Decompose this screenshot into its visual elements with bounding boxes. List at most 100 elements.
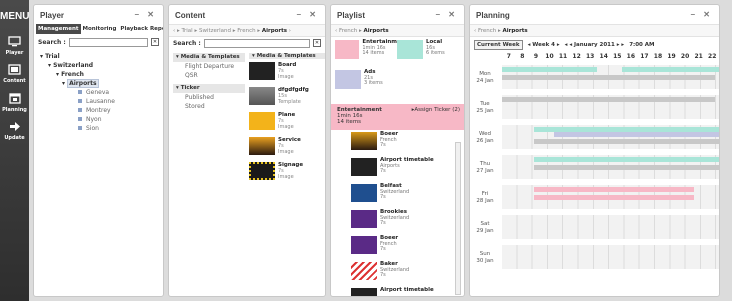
tree-leaf[interactable]: Geneva (40, 88, 163, 97)
item-name: Airport timetable (380, 287, 434, 293)
search-input[interactable] (203, 38, 310, 48)
day-cells[interactable] (502, 155, 719, 179)
hour-label: 16 (626, 53, 636, 60)
player-tabs: Management Monitoring Playback Reporting (36, 24, 163, 34)
panel-controls[interactable]: – ✕ (691, 10, 713, 19)
tree-leaf[interactable]: Sion (40, 124, 163, 133)
tree-leaf[interactable]: Lausanne (40, 97, 163, 106)
category-label: Ticker (180, 85, 200, 91)
assign-ticker-button[interactable]: ▸Assign Ticker (2) (412, 107, 460, 113)
hour-label: 8 (520, 53, 525, 60)
day-cells[interactable] (502, 65, 719, 89)
list-item[interactable]: Baker Switzerland 7s (351, 261, 464, 288)
breadcrumb-current: Airports (502, 28, 528, 34)
day-row: Sat 29 Jan (470, 215, 719, 241)
list-item[interactable]: Airport timetable Airports 7s (351, 157, 464, 184)
breadcrumb-next[interactable]: › (289, 28, 291, 34)
media-type: Image (278, 149, 294, 155)
day-name: Sat (480, 221, 490, 227)
breadcrumb[interactable]: ‹ French ▸ Airports (331, 24, 464, 37)
tree-node-switzerland[interactable]: ▾ Switzerland (40, 61, 163, 70)
playlist-tile[interactable]: Local 16s 6 items (397, 39, 459, 68)
day-cells[interactable] (502, 125, 719, 149)
item-duration: 7s (380, 272, 386, 278)
menu-item-content[interactable]: Content (0, 64, 29, 84)
list-item[interactable]: Boeer French 7s (351, 235, 464, 262)
playlist-tile[interactable]: Entertainm 1min 16s 14 items (335, 39, 397, 68)
time-display: 7:00 AM (629, 42, 655, 48)
panel-controls[interactable]: – ✕ (297, 10, 319, 19)
category-header[interactable]: ▾ Media & Templates (173, 53, 245, 62)
day-date: 24 Jan (476, 78, 494, 84)
media-item[interactable]: Plane 7s Image (249, 112, 325, 134)
schedule-block[interactable] (534, 139, 719, 144)
arrow-right-icon (9, 122, 20, 131)
item-thumbnail (351, 288, 377, 296)
day-date: 29 Jan (476, 228, 494, 234)
schedule-block[interactable] (554, 132, 719, 137)
schedule-block[interactable] (502, 67, 597, 72)
schedule-block[interactable] (534, 157, 719, 162)
breadcrumb[interactable]: ‹ ▸ Trial ▸ Switzerland ▸ French ▸ Airpo… (169, 24, 325, 37)
week-selector[interactable]: ◂ Week 4 ▸ (528, 42, 560, 48)
category-header[interactable]: ▾ Ticker (173, 84, 245, 93)
panel-controls[interactable]: – ✕ (135, 10, 157, 19)
media-item[interactable]: dfgdfgdfg 15s Template (249, 87, 325, 109)
schedule-block[interactable] (534, 195, 694, 200)
menu-item-planning[interactable]: Planning (0, 92, 29, 113)
category-item[interactable]: Flight Departure (173, 62, 245, 71)
tree-leaf[interactable]: Montrey (40, 106, 163, 115)
schedule-block[interactable] (534, 165, 719, 170)
search-label: Search : (38, 38, 66, 46)
tree-leaf[interactable]: Nyon (40, 115, 163, 124)
list-item[interactable]: Airport timetable (351, 287, 464, 296)
category-item[interactable]: Stored (173, 102, 245, 111)
menu-item-player[interactable]: Player (0, 36, 29, 56)
panel-controls[interactable]: – ✕ (436, 10, 458, 19)
hour-label: 15 (613, 53, 622, 60)
media-item[interactable]: Signage 7s Image (249, 162, 325, 184)
tree-label: Switzerland (53, 62, 94, 69)
tree-label: Airports (67, 79, 99, 88)
playlist-tile[interactable]: Ads 21s 3 items (335, 69, 397, 98)
menu-item-update[interactable]: Update (0, 121, 29, 141)
schedule-block[interactable] (502, 75, 715, 80)
list-item[interactable]: Boeer French 7s (351, 131, 464, 158)
current-week-button[interactable]: Current Week (474, 40, 523, 50)
category-item[interactable]: Published (173, 93, 245, 102)
month-selector[interactable]: ◂ ◂ January 2011 ▸ ▸ (565, 42, 625, 48)
search-input[interactable] (68, 37, 148, 47)
tab-playback-reporting[interactable]: Playback Reporting (118, 24, 163, 34)
media-header-label: Media & Templates (256, 53, 316, 59)
media-item[interactable]: Board 7s Image (249, 62, 325, 84)
media-item[interactable]: Service 7s Image (249, 137, 325, 159)
hour-label: 20 (680, 53, 690, 60)
day-cells[interactable] (502, 215, 719, 239)
tab-monitoring[interactable]: Monitoring (81, 24, 119, 34)
tree-node-trial[interactable]: ▾ Trial (40, 52, 163, 61)
schedule-block[interactable] (534, 187, 694, 192)
selected-playlist-count: 14 items (337, 119, 362, 125)
tree-node-airports[interactable]: ▾ Airports (40, 79, 163, 88)
playlist-scrollbar[interactable] (455, 142, 461, 295)
clear-search-button[interactable]: ✕ (151, 38, 159, 46)
schedule-block[interactable] (502, 97, 715, 102)
day-row: Fri 28 Jan (470, 185, 719, 211)
selected-playlist[interactable]: Entertainment 1min 16s 14 items ▸Assign … (331, 104, 464, 130)
breadcrumb[interactable]: ‹ French ▸ Airports (470, 24, 719, 37)
media-thumbnail (249, 62, 275, 80)
list-item[interactable]: Brookies Switzerland 7s (351, 209, 464, 236)
schedule-block[interactable] (622, 67, 719, 72)
day-cells[interactable] (502, 185, 719, 209)
day-cells[interactable] (502, 95, 719, 119)
clear-search-button[interactable]: ✕ (313, 39, 321, 47)
day-name: Fri (481, 191, 489, 197)
playlist-info: Entertainm 1min 16s 14 items (362, 39, 397, 68)
tree-node-french[interactable]: ▾ French (40, 70, 163, 79)
day-cells[interactable] (502, 245, 719, 269)
category-item[interactable]: QSR (173, 71, 245, 80)
tab-management[interactable]: Management (36, 24, 81, 34)
media-type: Template (278, 99, 301, 105)
menu-item-label: Planning (2, 107, 27, 113)
list-item[interactable]: Belfast Switzerland 7s (351, 183, 464, 210)
